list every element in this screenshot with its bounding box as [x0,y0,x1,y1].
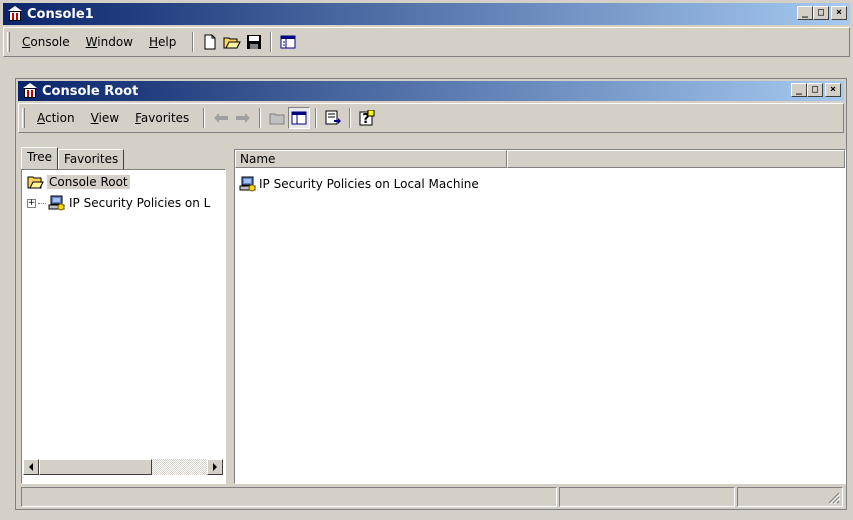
tree-item-ip-security[interactable]: + IP Security Policies on L [27,195,210,211]
open-folder-icon[interactable] [221,31,243,53]
app-menubar: Console Window Help [3,27,850,57]
console-window: Console1 _ □ × Console Window Help Conso… [0,0,853,520]
menubar-grip[interactable] [7,32,10,52]
child-toolbar: Action View Favorites ? [18,103,844,133]
child-minimize-button[interactable]: _ [791,83,807,97]
status-bar [21,487,843,507]
list-item-name: IP Security Policies on Local Machine [259,177,479,191]
folder-open-icon [27,175,45,189]
tree-horizontal-scrollbar[interactable] [23,459,223,475]
scroll-right-button[interactable] [207,459,223,475]
menu-favorites[interactable]: Favorites [127,111,197,125]
save-disk-icon[interactable] [243,31,265,53]
scroll-track[interactable] [152,459,207,475]
status-pane-3 [737,487,843,507]
tree-item-label: IP Security Policies on L [69,196,211,210]
expand-plus-icon[interactable]: + [27,198,36,208]
scroll-left-button[interactable] [23,459,39,475]
menu-window[interactable]: Window [78,35,141,49]
toolbar-separator [192,32,195,52]
column-header-blank[interactable] [507,150,845,168]
child-close-button[interactable]: × [825,83,841,97]
tree-connector [38,202,46,204]
new-document-icon[interactable] [199,31,221,53]
menu-action[interactable]: Action [29,111,83,125]
toolbar-separator [349,108,352,128]
app-titlebar[interactable]: Console1 _ □ × [3,3,850,25]
child-maximize-button[interactable]: □ [807,83,823,97]
show-hide-tree-toggle-icon[interactable] [288,107,311,129]
ip-security-policy-icon [48,195,66,211]
scope-tabs: Tree Favorites [21,147,125,171]
toolbar-separator [270,32,273,52]
back-arrow-icon[interactable] [210,107,232,129]
console-root-icon [22,83,38,99]
show-hide-tree-icon[interactable] [277,31,299,53]
status-pane-main [21,487,557,507]
export-list-icon[interactable] [322,107,344,129]
tree-item-console-root[interactable]: Console Root [27,175,130,189]
up-folder-icon[interactable] [266,107,288,129]
child-title: Console Root [42,83,139,99]
tree-pane[interactable]: Console Root + IP Security Policies on L [21,169,226,484]
toolbar-separator [315,108,318,128]
child-titlebar[interactable]: Console Root _ □ × [18,81,844,101]
tab-tree[interactable]: Tree [21,147,59,169]
menu-view[interactable]: View [83,111,127,125]
maximize-button[interactable]: □ [813,6,829,20]
ip-security-policy-icon [239,176,257,192]
mmc-app-icon [7,6,23,22]
list-item[interactable]: IP Security Policies on Local Machine [239,176,479,192]
results-pane[interactable]: Name IP Security Policies on Local Machi… [234,149,846,484]
console-root-window: Console Root _ □ × Action View Favorites [15,78,847,510]
minimize-button[interactable]: _ [797,6,813,20]
tab-favorites[interactable]: Favorites [58,149,125,171]
menu-help[interactable]: Help [141,35,184,49]
toolbar-separator [259,108,262,128]
help-icon[interactable]: ? [356,107,378,129]
resize-grip-icon[interactable] [828,492,840,504]
status-pane-2 [559,487,735,507]
tree-item-label: Console Root [47,175,130,189]
close-button[interactable]: × [831,6,847,20]
app-title: Console1 [27,6,94,22]
forward-arrow-icon[interactable] [232,107,254,129]
toolbar-grip[interactable] [22,108,25,128]
column-header-name[interactable]: Name [235,150,507,168]
menu-console[interactable]: Console [14,35,78,49]
toolbar-separator [203,108,206,128]
scroll-thumb[interactable] [39,459,152,475]
